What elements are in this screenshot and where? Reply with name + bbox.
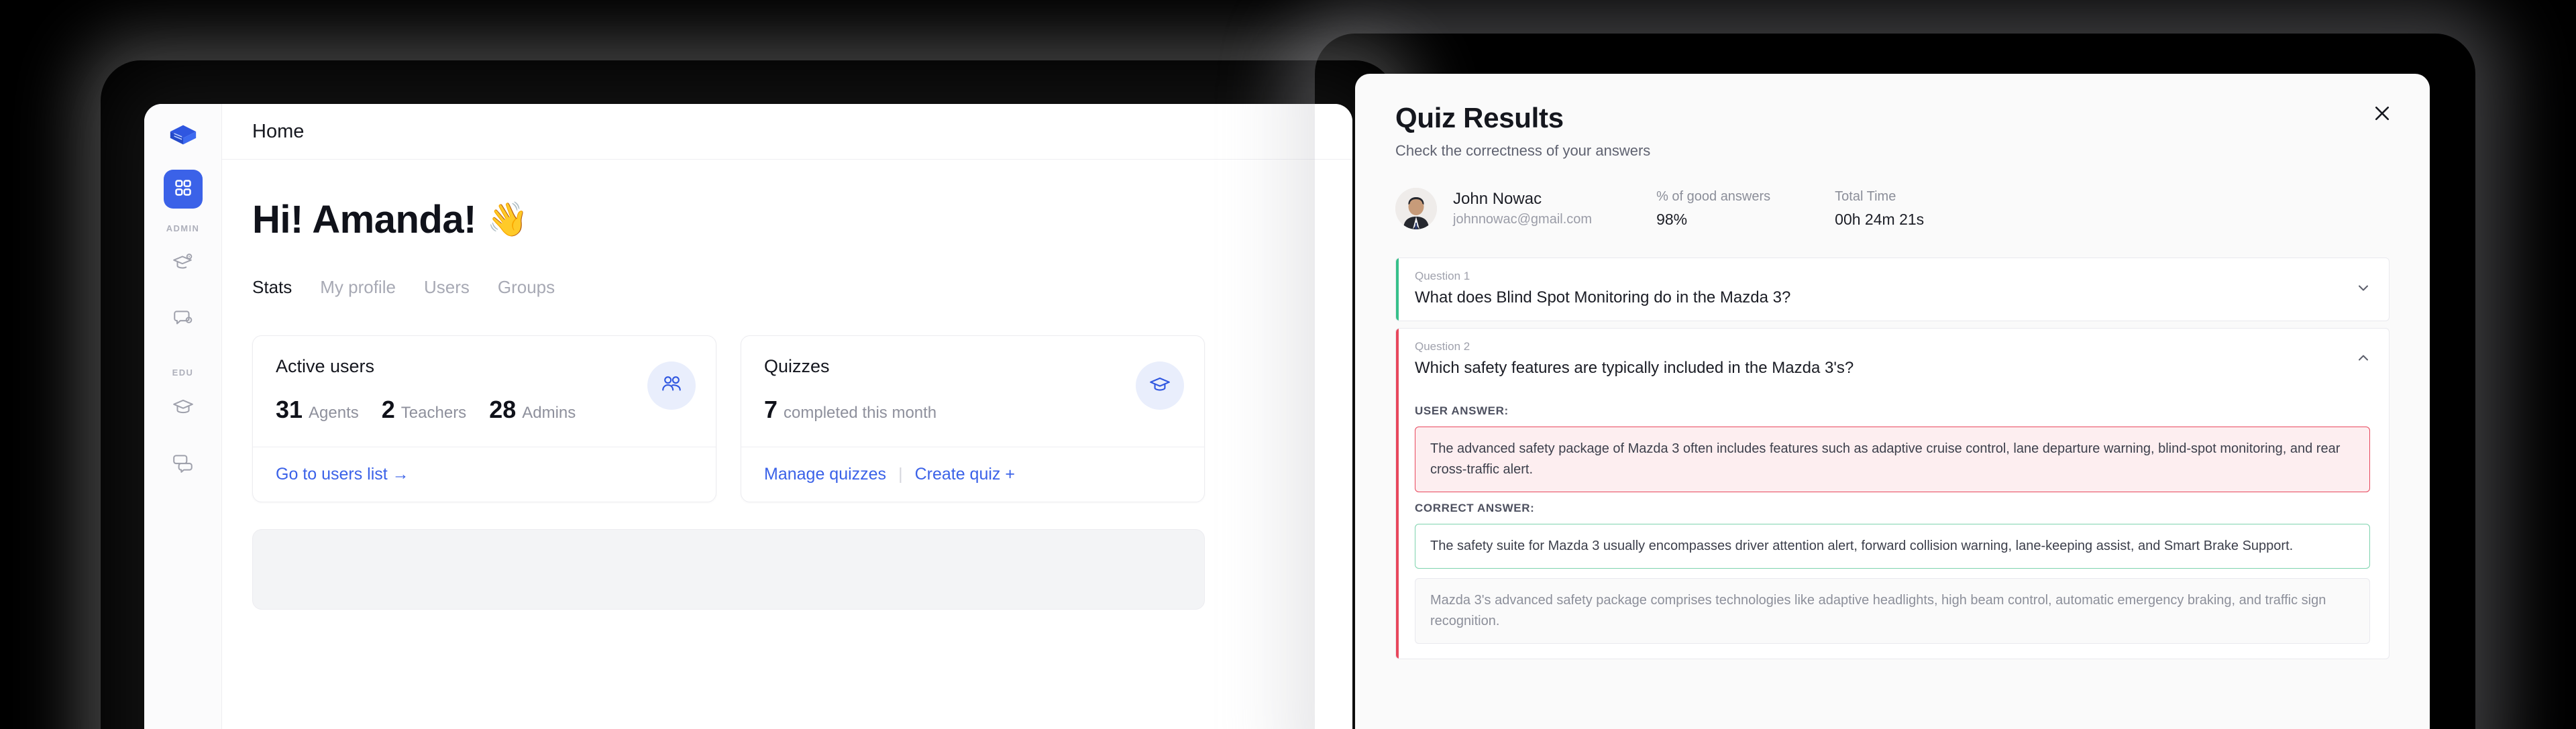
extra-answer-box: Mazda 3's advanced safety package compri… xyxy=(1415,578,2370,644)
stat-admins-label: Admins xyxy=(522,404,576,422)
stat-admins: 28 Admins xyxy=(489,396,576,424)
stat-agents: 31 Agents xyxy=(276,396,359,424)
quizzes-card-badge xyxy=(1136,361,1184,410)
quiz-results-modal: Quiz Results Check the correctness of yo… xyxy=(1355,74,2430,729)
active-users-card: Active users 31 Agents 2 Teachers 28 Adm… xyxy=(252,335,716,502)
stat-agents-value: 31 xyxy=(276,396,303,423)
modal-content: Quiz Results Check the correctness of yo… xyxy=(1355,74,2430,659)
quizzes-card-footer: Manage quizzes | Create quiz + xyxy=(741,447,1204,502)
metric-good-answers-label: % of good answers xyxy=(1656,188,1771,204)
metric-good-answers: % of good answers 98% xyxy=(1656,189,1770,229)
user-identity: John Nowac johnnowac@gmail.com xyxy=(1453,190,1592,227)
sidebar-item-dashboard[interactable] xyxy=(163,170,203,209)
user-answer-label: USER ANSWER: xyxy=(1415,404,1509,417)
stat-quizzes-label: completed this month xyxy=(784,404,937,422)
correct-answer-label: CORRECT ANSWER: xyxy=(1415,502,1535,514)
greeting-text: Hi! Amanda! xyxy=(252,198,476,241)
users-icon xyxy=(660,373,683,399)
stat-admins-value: 28 xyxy=(489,396,517,423)
chevron-down-icon xyxy=(2355,280,2371,299)
question-2-toggle[interactable] xyxy=(2354,351,2373,370)
sidebar-item-admin-chat[interactable] xyxy=(164,300,203,339)
chat-gear-icon xyxy=(172,307,195,333)
sidebar-item-edu-chat[interactable] xyxy=(164,445,203,484)
question-2-body: USER ANSWER: The advanced safety package… xyxy=(1396,391,2389,659)
active-users-card-footer: Go to users list → xyxy=(253,447,716,502)
greeting-heading: Hi! Amanda! 👋 xyxy=(252,197,1352,242)
question-card-2: Question 2 Which safety features are typ… xyxy=(1395,328,2390,659)
metric-total-time-value: 00h 24m 21s xyxy=(1835,210,1925,228)
app-logo[interactable] xyxy=(162,116,204,158)
close-icon xyxy=(2372,103,2392,127)
stat-agents-label: Agents xyxy=(309,404,359,422)
active-users-card-body: Active users 31 Agents 2 Teachers 28 Adm… xyxy=(253,336,716,447)
stat-teachers-value: 2 xyxy=(381,396,395,423)
questions-list: Question 1 What does Blind Spot Monitori… xyxy=(1395,258,2390,659)
tab-my-profile[interactable]: My profile xyxy=(320,277,396,300)
active-users-card-badge xyxy=(647,361,696,410)
page-title: Home xyxy=(252,120,305,142)
waving-hand-icon: 👋 xyxy=(486,201,529,238)
question-1-toggle[interactable] xyxy=(2354,280,2373,299)
sidebar-section-admin: ADMIN xyxy=(166,223,200,233)
active-users-stats: 31 Agents 2 Teachers 28 Admins xyxy=(276,396,693,424)
quizzes-card: Quizzes 7 completed this month Manage qu… xyxy=(741,335,1205,502)
active-users-card-title: Active users xyxy=(276,356,375,376)
quiz-summary: John Nowac johnnowac@gmail.com % of good… xyxy=(1395,188,2390,229)
quizzes-card-body: Quizzes 7 completed this month xyxy=(741,336,1204,447)
dashboard-bottom-panel xyxy=(252,529,1205,610)
metric-good-answers-value: 98% xyxy=(1656,210,1688,228)
question-1-text: What does Blind Spot Monitoring do in th… xyxy=(1415,288,1791,306)
stat-quizzes-completed: 7 completed this month xyxy=(764,396,936,424)
metric-total-time-label: Total Time xyxy=(1835,188,1896,204)
stat-quizzes-value: 7 xyxy=(764,396,778,423)
sidebar-item-admin-courses[interactable] xyxy=(164,244,203,283)
go-to-users-list-link[interactable]: Go to users list → xyxy=(276,465,409,484)
dashboard-topbar: Home xyxy=(222,104,1352,160)
user-email: johnnowac@gmail.com xyxy=(1453,212,1593,227)
quizzes-stats: 7 completed this month xyxy=(764,396,1181,424)
question-card-1: Question 1 What does Blind Spot Monitori… xyxy=(1395,258,2390,321)
link-separator: | xyxy=(898,465,903,484)
chat-bubbles-icon xyxy=(172,451,195,478)
tab-stats[interactable]: Stats xyxy=(252,277,292,300)
modal-title: Quiz Results xyxy=(1395,102,1564,133)
question-2-text: Which safety features are typically incl… xyxy=(1415,359,1854,377)
question-2-header[interactable]: Question 2 Which safety features are typ… xyxy=(1396,329,2389,391)
user-avatar xyxy=(1395,188,1437,229)
correct-answer-box: The safety suite for Mazda 3 usually enc… xyxy=(1415,524,2370,569)
question-1-header[interactable]: Question 1 What does Blind Spot Monitori… xyxy=(1396,258,2389,321)
book-logo-icon xyxy=(168,120,199,154)
graduation-cap-icon xyxy=(1148,373,1171,399)
quizzes-card-title: Quizzes xyxy=(764,356,830,376)
graduation-cap-icon xyxy=(172,395,195,421)
stat-teachers: 2 Teachers xyxy=(382,396,466,424)
graduation-cap-gear-icon xyxy=(172,251,195,277)
metric-total-time: Total Time 00h 24m 21s xyxy=(1835,189,1924,229)
sidebar-item-edu-courses[interactable] xyxy=(164,388,203,427)
chevron-up-icon xyxy=(2355,350,2371,370)
stat-cards-row: Active users 31 Agents 2 Teachers 28 Adm… xyxy=(252,335,1352,502)
manage-quizzes-link[interactable]: Manage quizzes xyxy=(764,465,886,484)
user-answer-box: The advanced safety package of Mazda 3 o… xyxy=(1415,427,2370,492)
question-1-number: Question 1 xyxy=(1415,270,1470,282)
close-button[interactable] xyxy=(2365,98,2399,131)
screenshot-stage: ADMIN EDU Home Hi! Amanda! 👋 Stats My pr… xyxy=(0,0,2576,729)
dashboard-tabs: Stats My profile Users Groups xyxy=(252,277,1352,300)
question-2-number: Question 2 xyxy=(1415,340,1470,353)
modal-subtitle: Check the correctness of your answers xyxy=(1395,142,1651,159)
tab-users[interactable]: Users xyxy=(424,277,470,300)
user-name: John Nowac xyxy=(1453,190,1542,208)
tab-groups[interactable]: Groups xyxy=(498,277,555,300)
sidebar-section-edu: EDU xyxy=(172,368,194,378)
create-quiz-link[interactable]: Create quiz + xyxy=(915,465,1015,484)
dashboard-main: Hi! Amanda! 👋 Stats My profile Users Gro… xyxy=(222,160,1352,729)
grid-icon xyxy=(174,178,193,201)
stat-teachers-label: Teachers xyxy=(400,404,467,422)
dashboard-window: ADMIN EDU Home Hi! Amanda! 👋 Stats My pr… xyxy=(144,104,1352,729)
sidebar: ADMIN EDU xyxy=(144,104,222,729)
